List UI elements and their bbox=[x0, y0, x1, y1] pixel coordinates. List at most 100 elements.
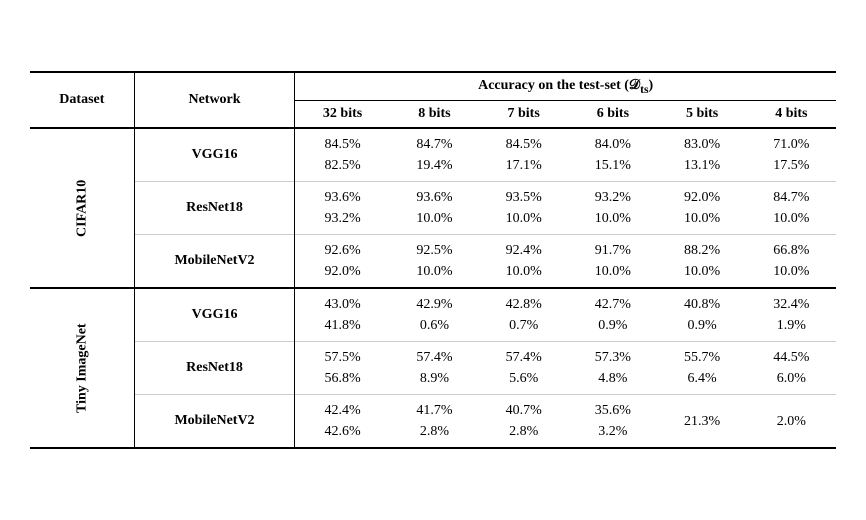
val-top-1-0-4: 40.8% bbox=[684, 294, 720, 315]
accuracy-cell-0-1-4: 92.0%10.0% bbox=[658, 182, 747, 235]
val-top-1-0-1: 42.9% bbox=[416, 294, 452, 315]
accuracy-cell-0-1-5: 84.7%10.0% bbox=[747, 182, 836, 235]
val-bottom-0-2-0: 92.0% bbox=[324, 261, 360, 282]
val-bottom-0-1-3: 10.0% bbox=[595, 208, 631, 229]
val-bottom-1-0-4: 0.9% bbox=[688, 315, 717, 336]
accuracy-cell-1-0-2: 42.8%0.7% bbox=[479, 288, 568, 342]
val-bottom-0-0-5: 17.5% bbox=[773, 155, 809, 176]
network-header: Network bbox=[134, 72, 295, 129]
val-top-1-2-1: 41.7% bbox=[416, 400, 452, 421]
val-top-0-1-3: 93.2% bbox=[595, 187, 631, 208]
accuracy-cell-0-0-1: 84.7%19.4% bbox=[390, 128, 479, 182]
val-bottom-0-1-2: 10.0% bbox=[506, 208, 542, 229]
val-top-0-2-3: 91.7% bbox=[595, 240, 631, 261]
val-top-1-0-0: 43.0% bbox=[324, 294, 360, 315]
val-top-1-2-2: 40.7% bbox=[506, 400, 542, 421]
val-top-1-2-3: 35.6% bbox=[595, 400, 631, 421]
val-bottom-0-1-4: 10.0% bbox=[684, 208, 720, 229]
val-top-1-1-4: 55.7% bbox=[684, 347, 720, 368]
accuracy-cell-1-2-3: 35.6%3.2% bbox=[568, 395, 657, 449]
val-top-1-1-1: 57.4% bbox=[416, 347, 452, 368]
val-bottom-1-0-2: 0.7% bbox=[509, 315, 538, 336]
accuracy-cell-1-1-3: 57.3%4.8% bbox=[568, 342, 657, 395]
val-bottom-1-2-2: 2.8% bbox=[509, 421, 538, 442]
val-bottom-1-0-0: 41.8% bbox=[324, 315, 360, 336]
val-top-1-1-3: 57.3% bbox=[595, 347, 631, 368]
val-bottom-0-0-3: 15.1% bbox=[595, 155, 631, 176]
val-bottom-1-0-1: 0.6% bbox=[420, 315, 449, 336]
bits-header-6: 6 bits bbox=[568, 101, 657, 129]
accuracy-cell-1-1-2: 57.4%5.6% bbox=[479, 342, 568, 395]
val-top-0-2-2: 92.4% bbox=[506, 240, 542, 261]
network-cell-1-2: MobileNetV2 bbox=[134, 395, 295, 449]
bits-header-8: 8 bits bbox=[390, 101, 479, 129]
val-bottom-0-1-0: 93.2% bbox=[324, 208, 360, 229]
val-top-1-2-4: 21.3% bbox=[684, 411, 720, 432]
table-wrapper: Dataset Network Accuracy on the test-set… bbox=[0, 51, 866, 470]
accuracy-cell-0-1-0: 93.6%93.2% bbox=[295, 182, 390, 235]
val-top-0-2-1: 92.5% bbox=[416, 240, 452, 261]
accuracy-cell-1-1-5: 44.5%6.0% bbox=[747, 342, 836, 395]
accuracy-cell-0-0-4: 83.0%13.1% bbox=[658, 128, 747, 182]
network-cell-0-2: MobileNetV2 bbox=[134, 235, 295, 289]
accuracy-table: Dataset Network Accuracy on the test-set… bbox=[30, 71, 836, 450]
accuracy-cell-1-2-2: 40.7%2.8% bbox=[479, 395, 568, 449]
val-top-0-2-4: 88.2% bbox=[684, 240, 720, 261]
val-bottom-1-2-1: 2.8% bbox=[420, 421, 449, 442]
accuracy-cell-1-1-1: 57.4%8.9% bbox=[390, 342, 479, 395]
accuracy-cell-0-0-3: 84.0%15.1% bbox=[568, 128, 657, 182]
val-top-0-1-4: 92.0% bbox=[684, 187, 720, 208]
bits-header-7: 7 bits bbox=[479, 101, 568, 129]
accuracy-cell-1-0-1: 42.9%0.6% bbox=[390, 288, 479, 342]
bits-header-32: 32 bits bbox=[295, 101, 390, 129]
accuracy-cell-0-1-3: 93.2%10.0% bbox=[568, 182, 657, 235]
accuracy-cell-0-0-0: 84.5%82.5% bbox=[295, 128, 390, 182]
val-bottom-1-1-1: 8.9% bbox=[420, 368, 449, 389]
val-top-0-0-2: 84.5% bbox=[506, 134, 542, 155]
val-bottom-0-2-4: 10.0% bbox=[684, 261, 720, 282]
bits-header-4: 4 bits bbox=[747, 101, 836, 129]
val-top-1-1-5: 44.5% bbox=[773, 347, 809, 368]
val-bottom-1-2-0: 42.6% bbox=[324, 421, 360, 442]
bits-header-5: 5 bits bbox=[658, 101, 747, 129]
accuracy-cell-0-1-1: 93.6%10.0% bbox=[390, 182, 479, 235]
accuracy-cell-0-2-1: 92.5%10.0% bbox=[390, 235, 479, 289]
accuracy-cell-0-2-2: 92.4%10.0% bbox=[479, 235, 568, 289]
accuracy-cell-0-2-4: 88.2%10.0% bbox=[658, 235, 747, 289]
val-top-0-1-5: 84.7% bbox=[773, 187, 809, 208]
val-top-0-0-3: 84.0% bbox=[595, 134, 631, 155]
val-top-1-0-3: 42.7% bbox=[595, 294, 631, 315]
accuracy-cell-1-0-4: 40.8%0.9% bbox=[658, 288, 747, 342]
val-bottom-0-2-1: 10.0% bbox=[416, 261, 452, 282]
val-top-1-1-2: 57.4% bbox=[506, 347, 542, 368]
accuracy-cell-1-1-4: 55.7%6.4% bbox=[658, 342, 747, 395]
val-bottom-0-2-5: 10.0% bbox=[773, 261, 809, 282]
network-cell-1-0: VGG16 bbox=[134, 288, 295, 342]
accuracy-cell-1-2-1: 41.7%2.8% bbox=[390, 395, 479, 449]
val-top-1-2-5: 2.0% bbox=[777, 411, 806, 432]
val-bottom-0-2-2: 10.0% bbox=[506, 261, 542, 282]
val-top-0-1-0: 93.6% bbox=[324, 187, 360, 208]
accuracy-cell-1-2-4: 21.3% bbox=[658, 395, 747, 449]
dataset-header: Dataset bbox=[30, 72, 134, 129]
val-bottom-0-0-0: 82.5% bbox=[324, 155, 360, 176]
dataset-cell-1: Tiny ImageNet bbox=[30, 288, 134, 448]
val-bottom-1-0-5: 1.9% bbox=[777, 315, 806, 336]
val-bottom-0-0-4: 13.1% bbox=[684, 155, 720, 176]
val-bottom-1-1-0: 56.8% bbox=[324, 368, 360, 389]
accuracy-cell-0-0-2: 84.5%17.1% bbox=[479, 128, 568, 182]
network-cell-0-1: ResNet18 bbox=[134, 182, 295, 235]
val-top-0-1-1: 93.6% bbox=[416, 187, 452, 208]
network-cell-1-1: ResNet18 bbox=[134, 342, 295, 395]
accuracy-cell-1-0-5: 32.4%1.9% bbox=[747, 288, 836, 342]
accuracy-header: Accuracy on the test-set (𝒟ts) bbox=[295, 72, 836, 101]
accuracy-cell-0-2-3: 91.7%10.0% bbox=[568, 235, 657, 289]
val-bottom-0-1-5: 10.0% bbox=[773, 208, 809, 229]
val-top-0-0-1: 84.7% bbox=[416, 134, 452, 155]
val-bottom-1-0-3: 0.9% bbox=[598, 315, 627, 336]
val-bottom-1-1-3: 4.8% bbox=[598, 368, 627, 389]
val-top-1-2-0: 42.4% bbox=[324, 400, 360, 421]
val-top-0-0-0: 84.5% bbox=[324, 134, 360, 155]
val-top-0-1-2: 93.5% bbox=[506, 187, 542, 208]
val-top-0-0-5: 71.0% bbox=[773, 134, 809, 155]
